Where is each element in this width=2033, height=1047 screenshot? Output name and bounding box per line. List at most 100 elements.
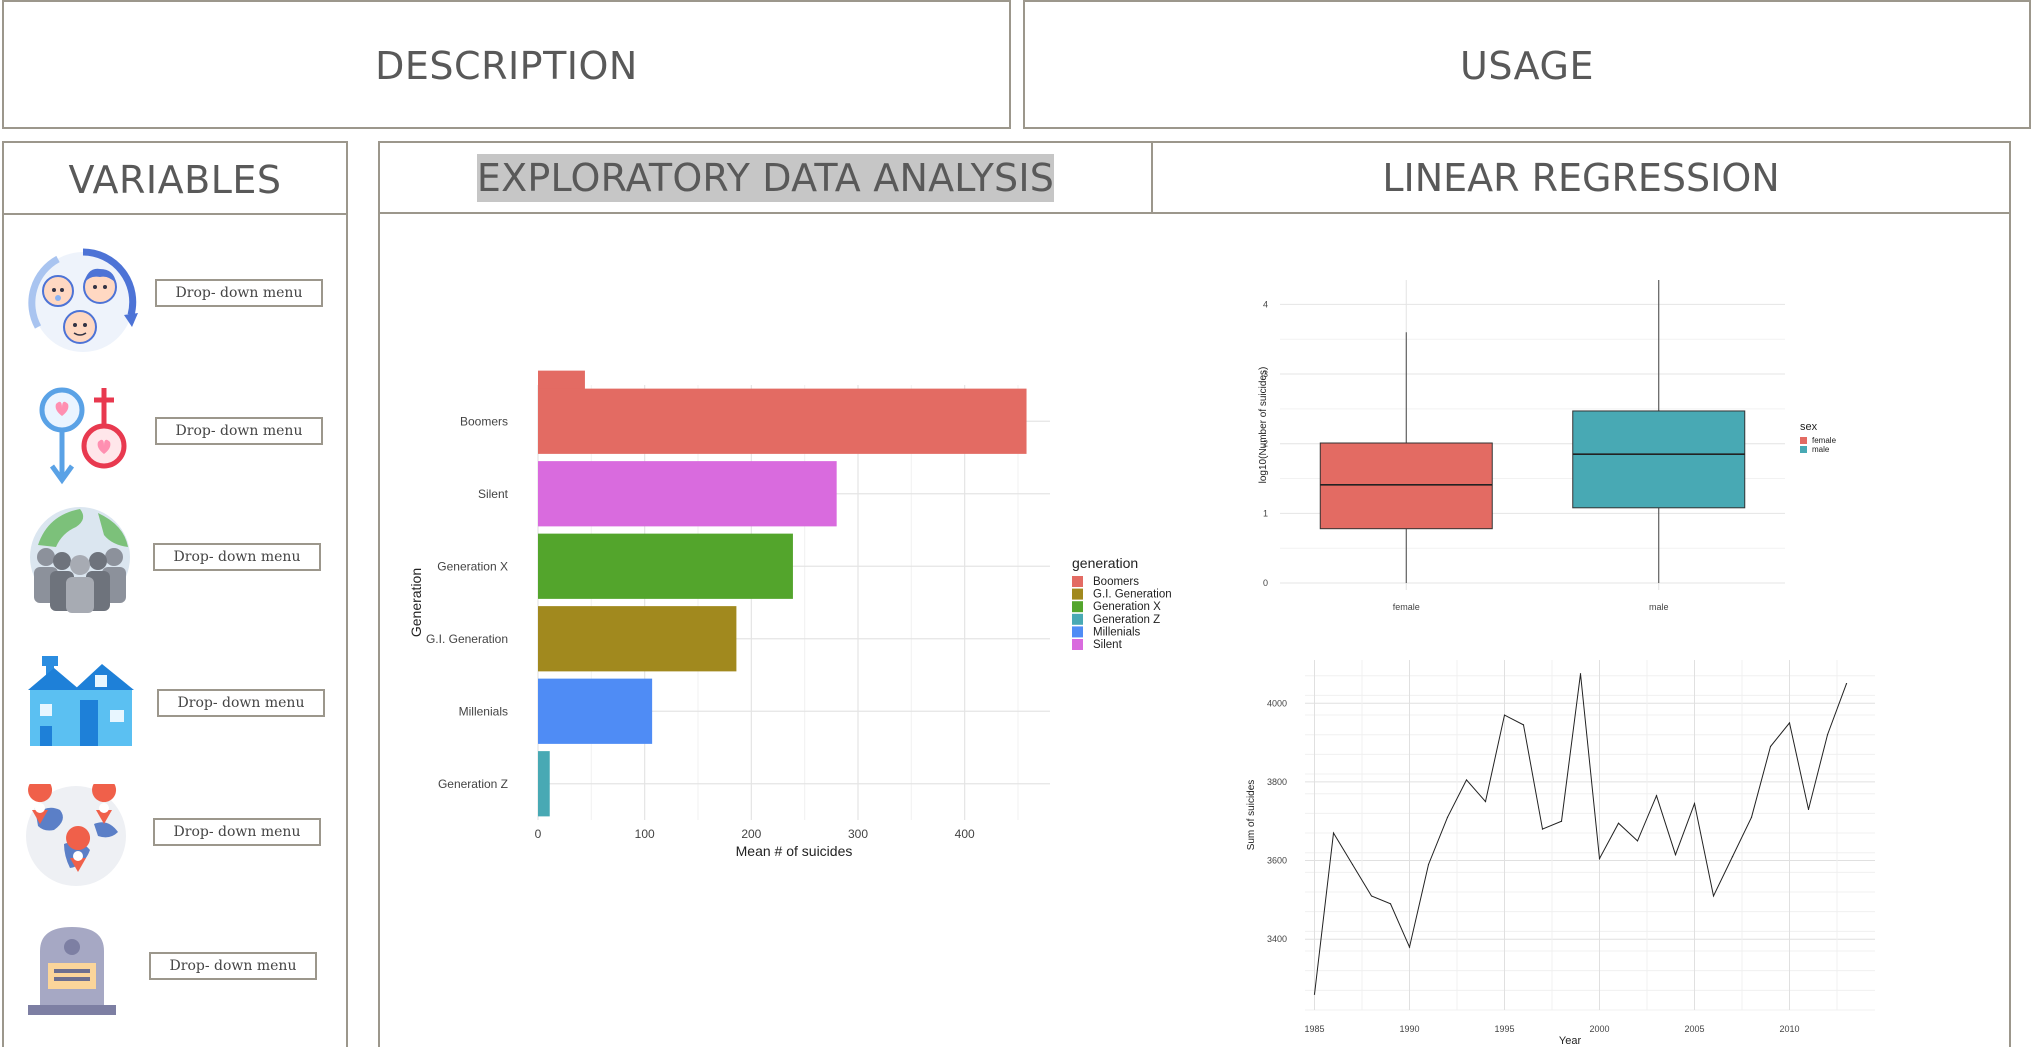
- data-point: [1731, 856, 1734, 858]
- data-point: [1788, 722, 1791, 724]
- data-point: [1807, 808, 1810, 811]
- x-axis-label: Year: [1559, 1035, 1582, 1045]
- y-tick-label: 1: [1263, 508, 1268, 518]
- data-point: [1427, 863, 1430, 866]
- house-icon: [24, 654, 136, 746]
- tab-lr-label: LINEAR REGRESSION: [1382, 155, 1780, 200]
- data-point: [1541, 828, 1544, 830]
- y-tick-label: 4: [1263, 299, 1268, 309]
- box-male: [1572, 410, 1746, 509]
- legend-label: female: [1812, 436, 1837, 445]
- legend-swatch: [1072, 576, 1083, 587]
- generation-dropdown[interactable]: Drop- down menu: [155, 279, 323, 307]
- y-tick-label: Boomers: [460, 414, 508, 428]
- legend-label: Millenials: [1093, 626, 1141, 638]
- hdi-dropdown[interactable]: Drop- down menu: [157, 689, 325, 717]
- tombstone-icon: [24, 921, 120, 1017]
- suicides-dropdown[interactable]: Drop- down menu: [149, 952, 317, 980]
- legend-label: G.I. Generation: [1093, 589, 1172, 601]
- generation-bar-chart: 0 100 200 300 400BoomersSilentGeneration XG.…: [408, 370, 1172, 859]
- data-point: [1712, 895, 1715, 897]
- data-point: [1636, 840, 1639, 842]
- generations-icon: [28, 247, 138, 357]
- x-tick-label: 1985: [1304, 1024, 1324, 1034]
- x-tick-label: 0: [535, 827, 542, 841]
- y-axis-label: log10(Number of suicides): [1258, 367, 1269, 484]
- x-tick-label: 300: [848, 827, 868, 841]
- data-point: [1750, 816, 1753, 818]
- legend-swatch: [1072, 626, 1083, 638]
- legend-swatch: [1072, 588, 1083, 600]
- data-point: [1313, 993, 1316, 995]
- y-tick-label: G.I. Generation: [426, 632, 508, 646]
- data-point: [1503, 714, 1506, 716]
- sex-box-plot: 01234female malelog10(Number of suicides)…: [1258, 280, 1837, 612]
- legend-label: male: [1812, 445, 1830, 454]
- legend-title: generation: [1072, 555, 1138, 571]
- x-tick-label: male: [1649, 602, 1669, 612]
- data-point: [1598, 857, 1601, 860]
- variables-title: VARIABLES: [68, 158, 282, 202]
- legend-label: Generation X: [1093, 601, 1161, 613]
- data-point: [1826, 734, 1829, 736]
- tab-linear-regression[interactable]: LINEAR REGRESSION: [1153, 143, 2009, 212]
- tab-eda-label: EXPLORATORY DATA ANALYSIS: [476, 153, 1055, 202]
- data-point: [1465, 779, 1468, 781]
- gender-icon: [34, 386, 134, 486]
- description-title: DESCRIPTION: [375, 44, 638, 88]
- data-point: [1370, 895, 1373, 897]
- data-point: [1389, 903, 1392, 905]
- y-axis-label: Sum of suicides: [1246, 780, 1257, 851]
- y-tick-label: 3600: [1267, 856, 1287, 866]
- bar-generation-z: [538, 751, 550, 817]
- x-tick-label: 100: [635, 827, 655, 841]
- legend-swatch: [1072, 601, 1083, 613]
- data-point: [1351, 863, 1354, 866]
- legend-swatch: [1072, 613, 1083, 625]
- dropdown-label: Drop- down menu: [169, 958, 297, 974]
- bar-silent: [538, 461, 837, 527]
- sex-dropdown[interactable]: Drop- down menu: [155, 417, 323, 445]
- y-tick-label: 4000: [1267, 698, 1287, 708]
- x-tick-label: 200: [741, 827, 761, 841]
- data-point: [1560, 820, 1563, 822]
- y-axis-label: Generation: [408, 568, 424, 637]
- x-axis-label: Mean # of suicides: [736, 843, 853, 859]
- x-tick-label: 400: [955, 827, 975, 841]
- data-point: [1674, 854, 1677, 856]
- x-tick-label: 1995: [1494, 1024, 1514, 1034]
- y-tick-label: Millenials: [459, 704, 508, 718]
- y-tick-label: 3800: [1267, 777, 1287, 787]
- data-point: [1408, 946, 1411, 948]
- dropdown-label: Drop- down menu: [177, 695, 305, 711]
- population-icon: [28, 505, 132, 615]
- variables-panel: VARIABLES Drop- down menu Drop- down men…: [2, 141, 348, 1047]
- data-point: [1693, 802, 1696, 805]
- data-point: [1522, 724, 1525, 726]
- variables-header: VARIABLES: [4, 143, 346, 215]
- data-point: [1579, 673, 1582, 675]
- year-line-chart: 3400 3600 3800 4000 1985 1990 1995 2000 2005 2010…: [1246, 660, 1875, 1045]
- tab-bar: EXPLORATORY DATA ANALYSIS LINEAR REGRESS…: [380, 143, 2009, 214]
- globe-location-icon: [24, 778, 128, 888]
- country-dropdown[interactable]: Drop- down menu: [153, 543, 321, 571]
- y-tick-label: 0: [1263, 578, 1268, 588]
- series-line: [1314, 673, 1847, 995]
- dropdown-label: Drop- down menu: [173, 549, 301, 565]
- legend-label: Generation Z: [1093, 614, 1160, 626]
- dropdown-label: Drop- down menu: [173, 824, 301, 840]
- bar-boomers: [538, 388, 1027, 454]
- x-tick-label: 2005: [1684, 1024, 1704, 1034]
- legend-title: sex: [1800, 421, 1818, 433]
- tab-eda[interactable]: EXPLORATORY DATA ANALYSIS: [380, 143, 1153, 212]
- description-panel[interactable]: DESCRIPTION: [2, 0, 1011, 129]
- x-tick-label: 1990: [1399, 1024, 1419, 1034]
- usage-panel[interactable]: USAGE: [1023, 0, 2031, 129]
- legend-label: Boomers: [1093, 576, 1139, 588]
- data-point: [1446, 816, 1449, 818]
- y-tick-label: Silent: [478, 487, 509, 501]
- bar-millenials: [538, 678, 653, 744]
- dropdown-label: Drop- down menu: [175, 423, 303, 439]
- dropdown-label: Drop- down menu: [175, 285, 303, 301]
- continent-dropdown[interactable]: Drop- down menu: [153, 818, 321, 846]
